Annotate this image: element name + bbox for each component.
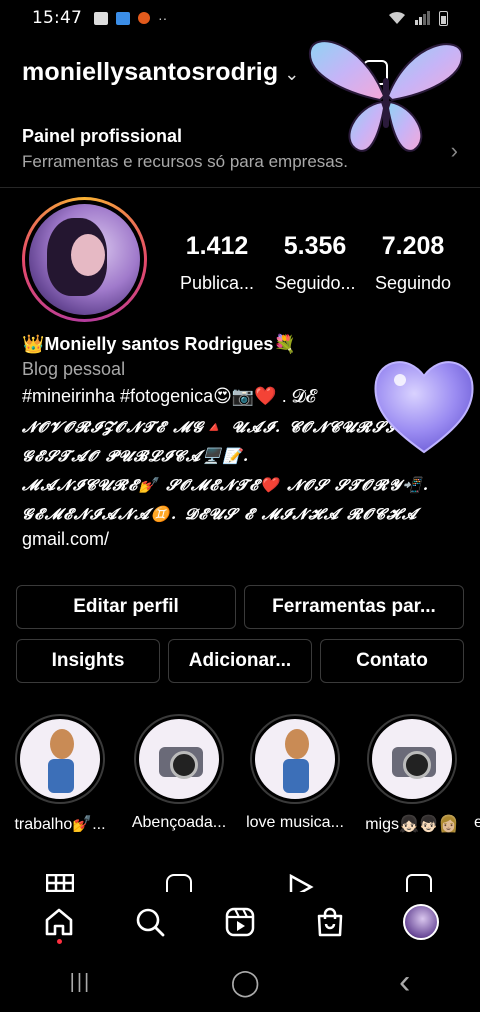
highlight-ring bbox=[15, 714, 105, 804]
highlight-label-overflow: e bbox=[474, 814, 480, 831]
search-icon bbox=[136, 908, 164, 937]
tagged-tab-icon[interactable] bbox=[406, 874, 432, 894]
bio-line: 𝓜𝓐𝓝𝓘𝓒𝓤𝓡𝓔💅 𝓢𝓞𝓜𝓔𝓝𝓣𝓔❤️ 𝓝𝓞𝓢 𝓢𝓣𝓞𝓡𝓨📲. bbox=[22, 476, 430, 494]
professional-tools-button[interactable]: Ferramentas par... bbox=[244, 585, 464, 629]
wifi-icon bbox=[389, 11, 405, 24]
stat-label: Publica... bbox=[179, 273, 255, 293]
reels-icon bbox=[225, 907, 255, 937]
highlight-cover bbox=[255, 719, 335, 799]
highlight-label: migs👧🏻👦🏻👩🏼 bbox=[365, 816, 459, 833]
highlight-cover bbox=[139, 719, 219, 799]
contact-button[interactable]: Contato bbox=[320, 639, 464, 683]
stat-following[interactable]: 7.208 Seguindo bbox=[364, 232, 462, 294]
profile-stats: 1.412 Publica... 5.356 Seguido... 7.208 … bbox=[168, 232, 462, 294]
video-tab-icon[interactable] bbox=[288, 874, 314, 894]
grid-icon[interactable] bbox=[46, 874, 74, 894]
avatar bbox=[29, 204, 140, 315]
add-button[interactable]: Adicionar... bbox=[168, 639, 312, 683]
bio-line: 𝓖𝓔𝓜𝓔𝓝𝓘𝓐𝓝𝓐♊. 𝓓𝓔𝓤𝓢 𝓔 𝓜𝓘𝓝𝓗𝓐 𝓡𝓞𝓒𝓗𝓐 bbox=[22, 505, 419, 523]
highlight-ring bbox=[134, 714, 224, 804]
highlight-cover bbox=[372, 719, 452, 799]
home-button-icon[interactable]: ◯ bbox=[231, 967, 260, 998]
app-icon bbox=[116, 11, 130, 25]
heart-sticker bbox=[374, 361, 474, 454]
story-highlight[interactable]: Abençoada... bbox=[132, 714, 226, 832]
story-highlight[interactable]: love musica... bbox=[246, 714, 344, 832]
stat-posts[interactable]: 1.412 Publica... bbox=[168, 232, 266, 294]
recent-apps-icon[interactable]: ||| bbox=[70, 971, 92, 994]
story-highlight[interactable]: trabalho💅... bbox=[14, 714, 106, 834]
professional-dashboard-title: Painel profissional bbox=[22, 126, 183, 146]
gallery-icon bbox=[94, 11, 108, 25]
bio-link[interactable]: gmail.com/ bbox=[22, 529, 462, 550]
stat-value: 1.412 bbox=[185, 232, 249, 260]
stat-followers[interactable]: 5.356 Seguido... bbox=[266, 232, 364, 294]
professional-dashboard-subtitle: Ferramentas e recursos só para empresas. bbox=[22, 152, 348, 171]
back-icon[interactable]: ‹ bbox=[399, 963, 410, 1002]
status-notification-icons: ·· bbox=[94, 10, 167, 26]
highlight-label: trabalho💅... bbox=[14, 816, 106, 833]
profile-header: moniellysantosrodrig ⌄ bbox=[22, 58, 299, 87]
highlight-ring bbox=[250, 714, 340, 804]
professional-dashboard[interactable]: Painel profissional Ferramentas e recurs… bbox=[0, 118, 480, 188]
shop-icon bbox=[318, 907, 343, 937]
story-highlight[interactable]: migs👧🏻👦🏻👩🏼 bbox=[365, 714, 459, 834]
home-icon bbox=[45, 908, 73, 936]
highlight-ring bbox=[367, 714, 457, 804]
avatar-frame bbox=[25, 200, 144, 319]
status-system-icons bbox=[387, 10, 448, 26]
reels-tab-icon[interactable] bbox=[166, 874, 192, 894]
profile-avatar bbox=[402, 904, 439, 940]
notification-icon bbox=[138, 12, 150, 24]
highlight-label: love musica... bbox=[246, 814, 344, 831]
system-navigation: ||| ◯ ‹ bbox=[0, 960, 480, 1004]
battery-icon bbox=[439, 10, 448, 26]
chevron-right-icon: › bbox=[450, 138, 458, 163]
signal-icon bbox=[415, 11, 430, 25]
nav-reels[interactable] bbox=[216, 898, 264, 946]
profile-tabs bbox=[0, 872, 480, 894]
highlight-label: Abençoada... bbox=[131, 814, 227, 831]
stat-label: Seguindo bbox=[374, 273, 452, 293]
bottom-navigation bbox=[0, 892, 480, 952]
highlight-cover bbox=[20, 719, 100, 799]
insights-button[interactable]: Insights bbox=[16, 639, 160, 683]
stat-label: Seguido... bbox=[274, 273, 356, 293]
nav-shop[interactable] bbox=[306, 898, 354, 946]
stat-value: 5.356 bbox=[283, 232, 347, 260]
profile-avatar-story-ring[interactable] bbox=[22, 197, 147, 322]
stat-value: 7.208 bbox=[381, 232, 445, 260]
nav-home[interactable] bbox=[35, 898, 83, 946]
more-notifications-icon: ·· bbox=[158, 10, 168, 26]
edit-profile-button[interactable]: Editar perfil bbox=[16, 585, 236, 629]
nav-search[interactable] bbox=[126, 898, 174, 946]
status-time: 15:47 bbox=[32, 8, 82, 28]
notification-dot bbox=[57, 939, 63, 944]
username-switcher[interactable]: moniellysantosrodrig bbox=[22, 58, 278, 87]
nav-profile[interactable] bbox=[397, 898, 445, 946]
chevron-down-icon[interactable]: ⌄ bbox=[284, 64, 299, 85]
